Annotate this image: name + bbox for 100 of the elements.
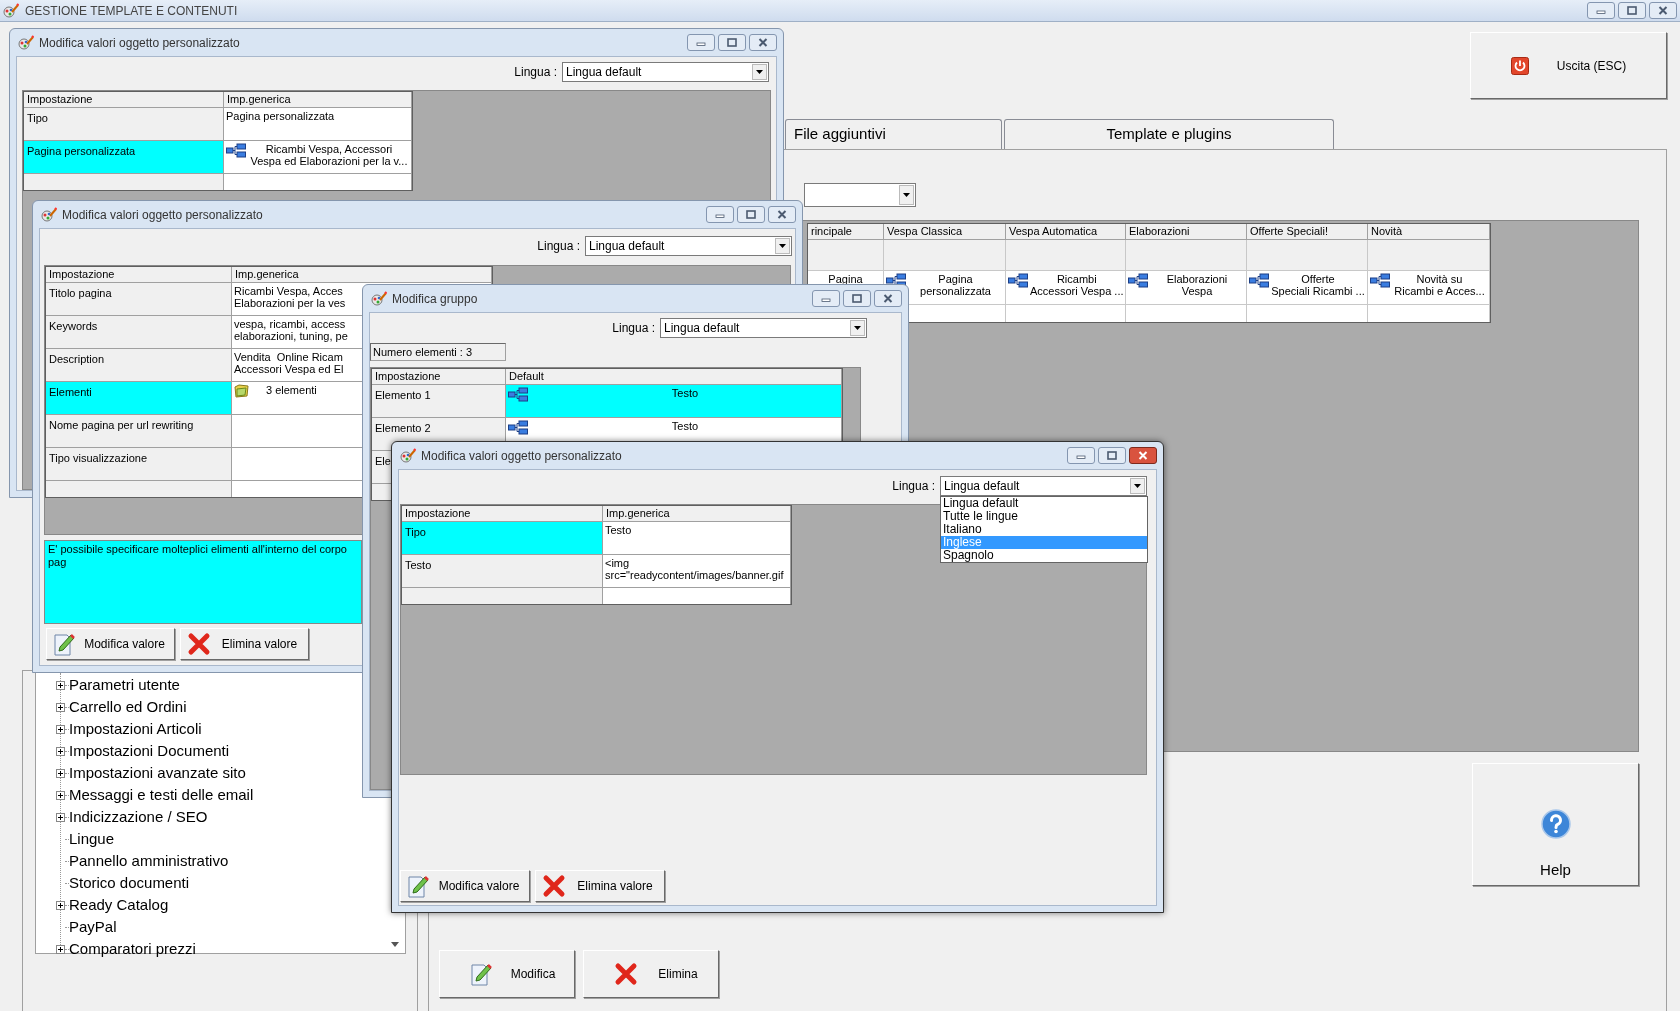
cell-text: Novità su Ricambi e Acces... [1393, 273, 1486, 297]
language-dropdown[interactable]: Lingua default [660, 318, 867, 338]
cell-text: Ricambi Vespa, Acces Elaborazioni per la ves [234, 285, 346, 309]
minimize-button[interactable] [1067, 447, 1095, 464]
app-title: GESTIONE TEMPLATE E CONTENUTI [25, 2, 238, 20]
language-dropdown[interactable]: Lingua default [585, 236, 792, 256]
expand-icon[interactable] [56, 702, 65, 712]
hierarchy-icon [1128, 273, 1148, 288]
cell-text: 3 elementi [266, 384, 317, 396]
tree-item[interactable]: Ready Catalog [69, 893, 169, 917]
delete-icon [542, 874, 566, 898]
field-label: Lingua : [514, 64, 557, 81]
cell-text: Vendita Online Ricam Accessori Vespa ed El [234, 351, 344, 375]
minimize-button[interactable] [687, 34, 715, 51]
expand-icon[interactable] [56, 724, 65, 734]
close-icon [1658, 6, 1668, 15]
delete-button[interactable]: Elimina valore [535, 870, 665, 902]
close-button[interactable] [768, 206, 796, 223]
tab[interactable]: File aggiuntivi [785, 119, 1002, 149]
tree-item[interactable]: Messaggi e testi delle email [69, 783, 254, 807]
expand-icon[interactable] [56, 812, 65, 822]
maximize-button[interactable] [1098, 447, 1126, 464]
hierarchy-icon [226, 143, 246, 158]
hierarchy-icon [1249, 273, 1269, 288]
language-dropdown[interactable]: Lingua default [562, 62, 769, 82]
dropdown-option[interactable]: Lingua default [941, 497, 1147, 510]
maximize-icon [727, 38, 737, 47]
cell-text: Testo [605, 524, 632, 536]
description-box: E' possibile specificare molteplici elimenti all'interno del corpo pag [44, 540, 362, 624]
exit-button[interactable]: Uscita (ESC) [1470, 32, 1667, 99]
tree-item[interactable]: PayPal [69, 915, 117, 939]
column-header: Elaborazioni [1126, 224, 1247, 240]
tree-item[interactable]: Comparatori prezzi [69, 937, 196, 961]
maximize-button[interactable] [737, 206, 765, 223]
minimize-button[interactable] [1587, 2, 1615, 19]
column-header: Offerte Speciali! [1247, 224, 1368, 240]
table-cell: Keywords [46, 316, 232, 349]
tree-item[interactable]: Indicizzazione / SEO [69, 805, 208, 829]
table-cell: Titolo pagina [46, 283, 232, 316]
edit-icon [53, 632, 75, 656]
maximize-button[interactable] [1618, 2, 1646, 19]
field-label: Lingua : [537, 238, 580, 255]
close-button[interactable] [1129, 447, 1157, 464]
expand-icon[interactable] [56, 900, 65, 910]
delete-icon [614, 962, 638, 986]
language-dropdown[interactable]: Lingua default [940, 476, 1147, 496]
tree-item[interactable]: Impostazioni avanzate sito [69, 761, 246, 785]
table-cell: Tipo visualizzazione [46, 448, 232, 481]
expand-icon[interactable] [56, 790, 65, 800]
tree-item[interactable]: Impostazioni Documenti [69, 739, 230, 763]
help-button[interactable]: Help [1472, 763, 1639, 886]
column-header: Vespa Automatica [1006, 224, 1126, 240]
scroll-down-icon[interactable] [391, 942, 399, 947]
edit-button[interactable]: Modifica [439, 950, 575, 998]
close-button[interactable] [1649, 2, 1677, 19]
app-icon [18, 34, 34, 51]
delete-icon [187, 632, 211, 656]
maximize-icon [1107, 451, 1117, 460]
close-button[interactable] [749, 34, 777, 51]
delete-button[interactable]: Elimina valore [180, 628, 309, 660]
maximize-icon [1627, 6, 1637, 15]
tree-item[interactable]: Impostazioni Articoli [69, 717, 202, 741]
close-icon [883, 294, 893, 303]
expand-icon[interactable] [56, 944, 65, 954]
minimize-button[interactable] [812, 290, 840, 307]
cell-text: Elaborazioni Vespa [1165, 273, 1229, 297]
column-header: Impostazione [24, 92, 224, 108]
tab[interactable]: Template e plugins [1004, 119, 1334, 149]
cell-text: Testo [670, 420, 700, 432]
maximize-button[interactable] [843, 290, 871, 307]
power-icon [1510, 56, 1529, 75]
close-icon [1138, 451, 1148, 460]
edit-button[interactable]: Modifica valore [46, 628, 175, 660]
app-icon [3, 2, 19, 19]
close-button[interactable] [874, 290, 902, 307]
field-label: Lingua : [612, 320, 655, 337]
table-cell: Testo [402, 555, 603, 588]
table-cell: Elemento 1 [372, 385, 506, 418]
column-header: Imp.generica [224, 92, 412, 108]
expand-icon[interactable] [56, 680, 65, 690]
dropdown-option[interactable]: Italiano [941, 523, 1147, 536]
tree-item[interactable]: Pannello amministrativo [69, 849, 229, 873]
expand-icon[interactable] [56, 746, 65, 756]
tree-item[interactable]: Parametri utente [69, 673, 180, 697]
expand-icon[interactable] [56, 768, 65, 778]
minimize-button[interactable] [706, 206, 734, 223]
maximize-button[interactable] [718, 34, 746, 51]
delete-button[interactable]: Elimina [583, 950, 719, 998]
edit-button[interactable]: Modifica valore [400, 870, 530, 902]
dropdown-option[interactable]: Spagnolo [941, 549, 1147, 562]
tree-item[interactable]: Storico documenti [69, 871, 190, 895]
dropdown[interactable] [804, 183, 916, 207]
tree-item[interactable]: Lingue [69, 827, 115, 851]
dropdown-option[interactable]: Tutte le lingue [941, 510, 1147, 523]
cell-text: Pagina personalizzata [919, 273, 992, 297]
cell-text: Ricambi Accessori Vespa ... [1030, 273, 1124, 297]
column-header: Vespa Classica [884, 224, 1006, 240]
column-header: Novità [1368, 224, 1490, 240]
edit-icon [407, 874, 429, 898]
tree-item[interactable]: Carrello ed Ordini [69, 695, 187, 719]
